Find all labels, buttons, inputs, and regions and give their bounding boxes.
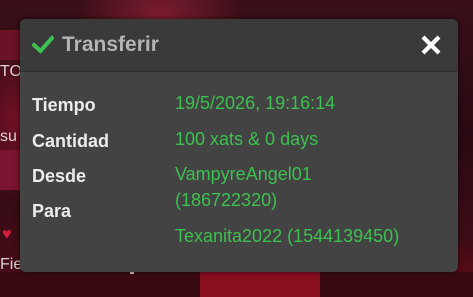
background-text-fragment: TO <box>0 63 22 80</box>
tiempo-label: Tiempo <box>32 95 96 115</box>
desde-label: Desde <box>32 166 87 186</box>
dialog-title: Transferir <box>62 33 159 56</box>
para-label: Para <box>32 201 72 221</box>
check-icon <box>31 33 55 55</box>
cantidad-value: 100 xats & 0 days <box>175 129 319 149</box>
background-stripe <box>0 150 20 190</box>
para-value: Texanita2022 (1544139450) <box>175 226 400 246</box>
desde-value: VampyreAngel01 <box>175 164 312 184</box>
background-stripe <box>0 30 20 60</box>
dialog-header: Transferir <box>20 19 458 72</box>
background-text-fragment: Fie <box>0 256 23 273</box>
background-stripe <box>200 272 320 297</box>
heart-icon: ♥ <box>2 226 12 243</box>
transfer-dialog: Transferir Tiempo 19/5/2026, 19:16:14 Ca… <box>20 19 458 272</box>
cantidad-label: Cantidad <box>32 131 110 151</box>
close-button[interactable] <box>420 34 442 56</box>
tiempo-value: 19/5/2026, 19:16:14 <box>175 93 336 113</box>
desde-value-id: (186722320) <box>175 190 278 210</box>
background-text-fragment: su <box>0 128 17 145</box>
close-icon[interactable] <box>420 34 442 56</box>
